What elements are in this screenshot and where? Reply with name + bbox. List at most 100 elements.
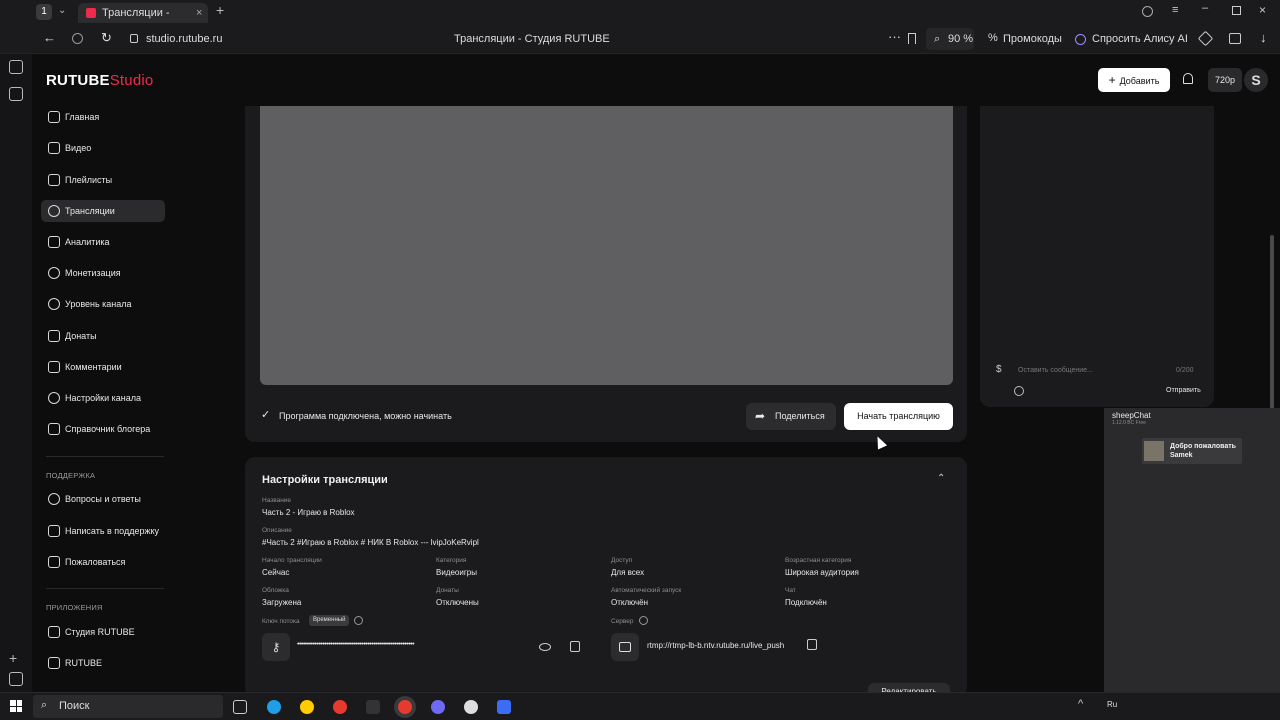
tray-chevron-icon[interactable]: ^ xyxy=(1078,698,1083,710)
key-icon: ⚷ xyxy=(262,633,290,661)
sidebar-item-home[interactable]: Главная xyxy=(41,106,165,128)
welcome-user: Samek xyxy=(1170,452,1193,459)
eye-icon[interactable] xyxy=(539,643,551,651)
sidebar-item-donates[interactable]: Донаты xyxy=(41,325,165,347)
chat-counter: 0/200 xyxy=(1176,367,1194,374)
sidebar-item-channel-level[interactable]: Уровень канала xyxy=(41,293,165,315)
app-icon[interactable] xyxy=(366,700,380,714)
back-icon[interactable]: ← xyxy=(43,31,56,45)
gallery-icon[interactable] xyxy=(9,87,23,101)
sidebar-item-rutube-app[interactable]: RUTUBE xyxy=(41,652,165,674)
rutube-favicon-icon xyxy=(86,8,96,18)
sidebar-item-write-support[interactable]: Написать в поддержку xyxy=(41,520,165,542)
promo-button[interactable]: Промокоды xyxy=(1003,32,1062,46)
ask-alice-button[interactable]: Спросить Алису AI xyxy=(1092,32,1188,46)
new-tab-icon[interactable]: + xyxy=(216,2,224,18)
discord-icon[interactable] xyxy=(431,700,445,714)
copy-icon[interactable] xyxy=(807,639,817,650)
add-panel-icon[interactable]: + xyxy=(9,650,23,665)
donate-icon[interactable]: $ xyxy=(996,364,1002,375)
plus-icon: + xyxy=(1108,73,1116,87)
download-icon[interactable]: ↓ xyxy=(1260,31,1267,45)
edge-icon[interactable] xyxy=(267,700,281,714)
donates-label: Донаты xyxy=(436,587,459,594)
cover-label: Обложка xyxy=(262,587,289,594)
collections-icon[interactable] xyxy=(1229,33,1241,44)
sidebar-item-complain[interactable]: Пожаловаться xyxy=(41,551,165,573)
url-text[interactable]: studio.rutube.ru xyxy=(146,32,222,46)
server-value[interactable]: rtmp://rtmp-lb-b.ntv.rutube.ru/live_push xyxy=(647,641,784,650)
tab-count-badge[interactable]: 1 xyxy=(36,4,52,20)
welcome-message: Добро пожаловать Samek xyxy=(1142,438,1242,464)
zoom-indicator[interactable]: ⌕ 90 % xyxy=(926,28,974,50)
start-stream-button[interactable]: Начать трансляцию xyxy=(844,403,953,430)
home-icon xyxy=(48,111,60,123)
sidebar-item-streams[interactable]: Трансляции xyxy=(41,200,165,222)
sidebar-item-playlists[interactable]: Плейлисты xyxy=(41,169,165,191)
sidebar-item-video[interactable]: Видео xyxy=(41,137,165,159)
sidebar-item-comments[interactable]: Комментарии xyxy=(41,356,165,378)
temporary-badge: Временный xyxy=(309,615,350,626)
overlay-title: sheepChat xyxy=(1112,411,1151,420)
chart-icon xyxy=(48,236,60,248)
roblox-studio-icon[interactable] xyxy=(497,700,511,714)
copy-icon[interactable] xyxy=(570,641,580,652)
sidebar-toggle-icon[interactable] xyxy=(9,672,23,686)
minimize-icon[interactable]: – xyxy=(1202,2,1208,14)
browser-side-panel: + xyxy=(0,0,32,692)
window-close-icon[interactable]: × xyxy=(1259,3,1266,17)
chevron-down-icon[interactable]: ⌄ xyxy=(58,5,66,16)
bookmark-icon[interactable] xyxy=(908,33,916,44)
comment-icon xyxy=(48,361,60,373)
tab-active[interactable]: Трансляции - Студия R × xyxy=(78,3,208,39)
sidebar-item-analytics[interactable]: Аналитика xyxy=(41,231,165,253)
help-icon[interactable] xyxy=(354,616,363,625)
send-button[interactable]: Отправить xyxy=(1166,387,1201,394)
connection-status: Программа подключена, можно начинать xyxy=(279,411,452,421)
browser-address-bar: ← ↻ studio.rutube.ru Трансляции - Студия… xyxy=(0,24,1280,54)
profile-icon[interactable] xyxy=(1142,6,1153,17)
server-icon xyxy=(611,633,639,661)
bell-icon[interactable] xyxy=(1183,73,1193,84)
help-icon[interactable] xyxy=(639,616,648,625)
yandex-browser-icon[interactable] xyxy=(300,700,314,714)
maximize-icon[interactable] xyxy=(1232,6,1241,15)
stream-settings-card: Настройки трансляции ⌃ Название Часть 2 … xyxy=(245,457,967,697)
stream-preview[interactable] xyxy=(260,106,953,385)
chat-value: Подключён xyxy=(785,598,827,607)
sidebar-item-blogger-guide[interactable]: Справочник блогера xyxy=(41,418,165,440)
share-button[interactable]: ➦ Поделиться xyxy=(746,403,836,430)
access-label: Доступ xyxy=(611,557,633,564)
taskbar-search[interactable]: ⌕ Поиск xyxy=(33,695,223,718)
sidebar-item-monetization[interactable]: Монетизация xyxy=(41,262,165,284)
language-indicator[interactable]: Ru xyxy=(1107,700,1117,709)
avatar[interactable]: S xyxy=(1244,68,1268,92)
stream-key-value[interactable]: ••••••••••••••••••••••••••••••••••••••••… xyxy=(297,641,527,648)
start-time-label: Начало трансляции xyxy=(262,557,322,564)
close-icon[interactable]: × xyxy=(196,3,202,23)
yandex-icon[interactable] xyxy=(333,700,347,714)
task-view-icon[interactable] xyxy=(233,700,247,714)
server-label: Сервер xyxy=(611,618,634,625)
yandex-protect-icon[interactable] xyxy=(72,33,83,44)
reload-icon[interactable]: ↻ xyxy=(101,31,112,45)
name-value: Часть 2 - Играю в Roblox xyxy=(262,508,355,517)
alice-icon xyxy=(1075,34,1086,45)
add-button[interactable]: + Добавить xyxy=(1098,68,1170,92)
sidebar-item-channel-settings[interactable]: Настройки канала xyxy=(41,387,165,409)
rutube-studio-logo[interactable]: RUTUBEStudio xyxy=(46,72,153,89)
more-icon[interactable]: ··· xyxy=(888,30,901,44)
tab-panel-icon[interactable] xyxy=(9,60,23,74)
autostart-value: Отключён xyxy=(611,598,649,607)
obs-icon[interactable] xyxy=(464,700,478,714)
chat-input[interactable]: Оставить сообщение... xyxy=(1018,367,1093,374)
emoji-icon[interactable] xyxy=(1014,386,1024,396)
menu-icon[interactable]: ≡ xyxy=(1172,4,1178,16)
chevron-up-icon[interactable]: ⌃ xyxy=(937,473,945,484)
sidebar-item-studio-app[interactable]: Студия RUTUBE xyxy=(41,621,165,643)
coin-icon xyxy=(48,267,60,279)
windows-start-icon[interactable] xyxy=(10,700,22,712)
sidebar-item-faq[interactable]: Вопросы и ответы xyxy=(41,488,165,510)
extensions-icon[interactable] xyxy=(1197,30,1214,47)
yandex-browser-active-icon[interactable] xyxy=(398,700,412,714)
